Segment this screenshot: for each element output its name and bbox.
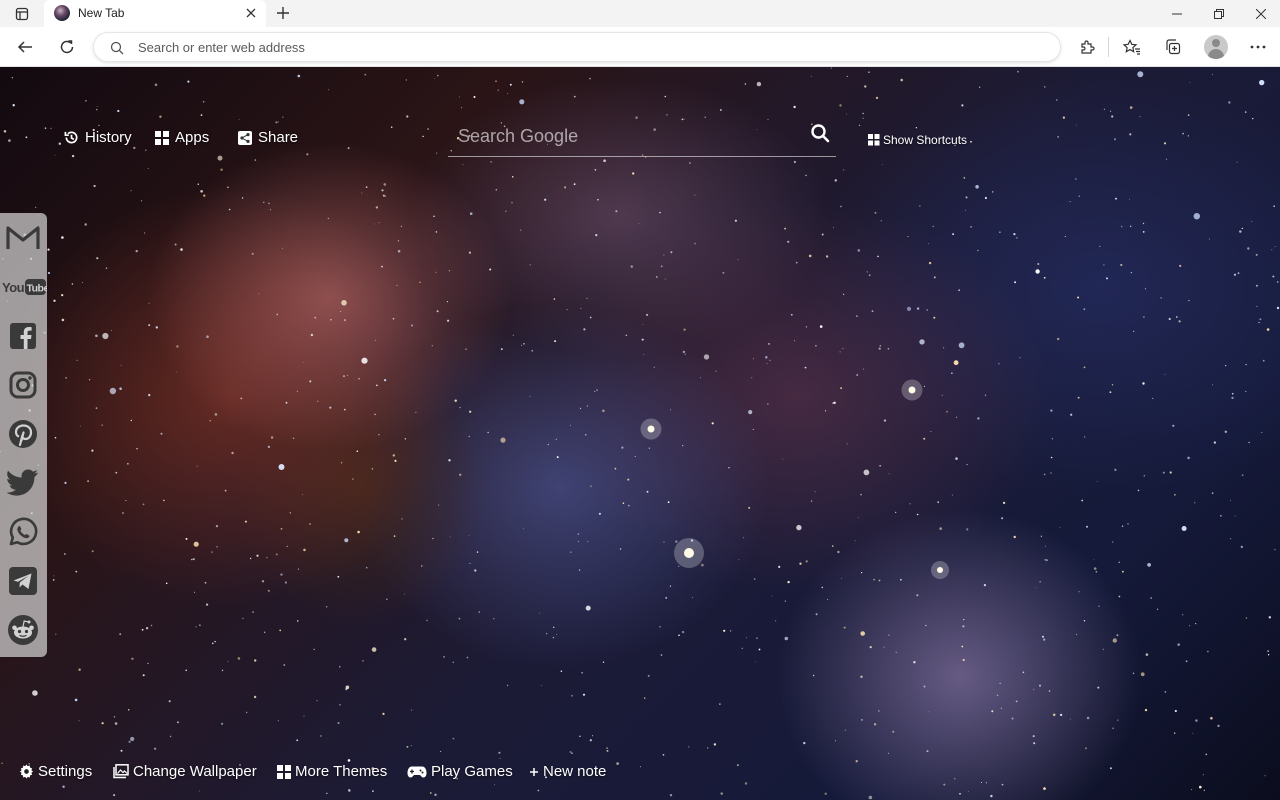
whatsapp-icon — [9, 517, 38, 546]
share-icon — [238, 130, 252, 145]
settings-more-button[interactable] — [1244, 33, 1272, 61]
apps-grid-icon — [155, 130, 169, 145]
profile-avatar-button[interactable] — [1204, 35, 1228, 59]
gear-icon — [19, 764, 34, 779]
restore-icon — [1214, 8, 1224, 19]
extensions-button[interactable] — [1073, 33, 1101, 61]
social-link-facebook[interactable] — [4, 317, 42, 355]
change-wallpaper-label: Change Wallpaper — [133, 763, 257, 780]
toolbar-separator — [1108, 37, 1109, 57]
google-search-input[interactable] — [458, 123, 798, 149]
plus-icon — [530, 767, 538, 776]
back-button[interactable] — [11, 33, 39, 61]
browser-toolbar — [0, 27, 1280, 67]
refresh-icon — [60, 40, 74, 54]
tab-actions-icon — [15, 7, 29, 21]
plus-icon — [277, 7, 289, 19]
change-wallpaper-link[interactable]: Change Wallpaper — [113, 763, 257, 780]
twitter-icon — [7, 469, 38, 496]
history-label: History — [85, 129, 132, 146]
avatar-head — [1212, 39, 1220, 47]
active-tab[interactable]: New Tab — [44, 0, 266, 27]
bottom-bar: Settings Change Wallpaper More Themes Pl… — [0, 763, 1280, 789]
tab-strip: New Tab — [0, 0, 1280, 27]
social-link-telegram[interactable] — [4, 562, 42, 600]
gmail-icon — [6, 226, 40, 249]
collections-icon — [1166, 39, 1181, 55]
close-window-icon — [1256, 8, 1266, 19]
wallpaper-icon — [113, 764, 129, 779]
more-themes-label: More Themes — [295, 763, 388, 780]
social-link-pinterest[interactable] — [4, 415, 42, 453]
google-search-box — [448, 117, 836, 157]
address-input[interactable] — [138, 37, 1038, 57]
apps-label: Apps — [175, 129, 210, 146]
minimize-icon — [1172, 13, 1182, 14]
youtube-icon: You Tube — [2, 279, 47, 295]
new-tab-button[interactable] — [272, 3, 294, 23]
show-shortcuts-label: Show Shortcuts — [883, 133, 968, 147]
tab-favicon-icon — [54, 5, 70, 21]
refresh-button[interactable] — [53, 33, 81, 61]
avatar-body — [1208, 49, 1224, 59]
collections-button[interactable] — [1159, 33, 1187, 61]
close-window-button[interactable] — [1240, 0, 1280, 27]
pinterest-icon — [9, 420, 37, 448]
tab-title: New Tab — [78, 6, 125, 20]
telegram-icon — [9, 567, 37, 595]
tab-close-button[interactable] — [242, 4, 260, 22]
themes-grid-icon — [277, 764, 291, 779]
shortcuts-grid-icon — [868, 134, 880, 146]
apps-link[interactable]: Apps — [155, 129, 209, 146]
restore-button[interactable] — [1198, 0, 1240, 27]
puzzle-icon — [1081, 40, 1095, 54]
social-sidebar: You Tube — [0, 213, 47, 657]
google-search-button[interactable] — [808, 121, 832, 145]
new-note-link[interactable]: New note — [529, 763, 606, 780]
svg-text:You: You — [2, 280, 25, 295]
wallpaper-starfield — [0, 67, 1280, 800]
facebook-icon — [10, 323, 36, 349]
social-link-youtube[interactable]: You Tube — [0, 268, 47, 306]
instagram-icon — [9, 371, 37, 399]
address-bar[interactable] — [93, 32, 1061, 62]
minimize-button[interactable] — [1156, 0, 1198, 27]
settings-link[interactable]: Settings — [19, 763, 92, 780]
play-games-label: Play Games — [431, 763, 513, 780]
close-icon — [246, 8, 256, 18]
history-link[interactable]: History — [64, 129, 132, 146]
new-tab-page: History Apps Share Show Shortcuts You Tu… — [0, 67, 1280, 800]
star-list-icon — [1123, 39, 1140, 55]
history-icon — [64, 131, 78, 144]
show-shortcuts-button[interactable]: Show Shortcuts — [868, 133, 967, 147]
social-link-gmail[interactable] — [4, 219, 42, 257]
svg-text:Tube: Tube — [26, 283, 47, 295]
social-link-whatsapp[interactable] — [4, 513, 42, 551]
search-icon — [811, 124, 830, 143]
play-games-link[interactable]: Play Games — [407, 763, 513, 780]
share-link[interactable]: Share — [238, 129, 298, 146]
reddit-icon — [8, 615, 38, 645]
social-link-instagram[interactable] — [4, 366, 42, 404]
social-link-twitter[interactable] — [4, 464, 42, 502]
search-icon — [108, 39, 126, 57]
gamepad-icon — [407, 766, 427, 777]
new-note-label: New note — [543, 763, 607, 780]
tab-actions-button[interactable] — [8, 4, 36, 24]
social-link-reddit[interactable] — [4, 611, 42, 649]
settings-label: Settings — [38, 763, 93, 780]
more-dots-icon — [1250, 45, 1266, 49]
more-themes-link[interactable]: More Themes — [277, 763, 387, 780]
share-label: Share — [258, 129, 299, 146]
favorites-button[interactable] — [1118, 33, 1146, 61]
back-arrow-icon — [17, 41, 32, 53]
